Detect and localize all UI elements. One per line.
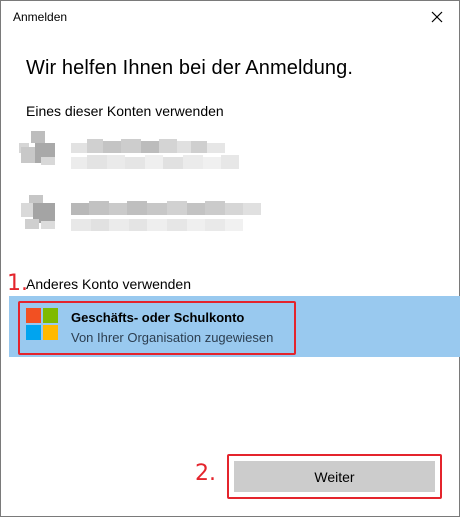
step-2-annotation: 2. [195, 461, 216, 486]
account-item-redacted-2[interactable] [19, 189, 449, 239]
step-1-annotation: 1. [7, 271, 28, 296]
other-account-label: Anderes Konto verwenden [26, 276, 191, 292]
close-button[interactable] [423, 5, 451, 29]
sign-in-dialog: Anmelden Wir helfen Ihnen bei der Anmeld… [0, 0, 460, 517]
page-title: Wir helfen Ihnen bei der Anmeldung. [26, 57, 354, 79]
microsoft-logo-icon [26, 308, 58, 340]
account-item-redacted-1[interactable] [19, 129, 449, 179]
existing-accounts-label: Eines dieser Konten verwenden [26, 103, 224, 119]
option-subtitle: Von Ihrer Organisation zugewiesen [71, 330, 274, 345]
title-bar: Anmelden [1, 1, 459, 33]
option-title: Geschäfts- oder Schulkonto [71, 310, 245, 325]
continue-button[interactable]: Weiter [234, 461, 435, 492]
window-title: Anmelden [13, 10, 68, 24]
close-icon [431, 11, 443, 23]
